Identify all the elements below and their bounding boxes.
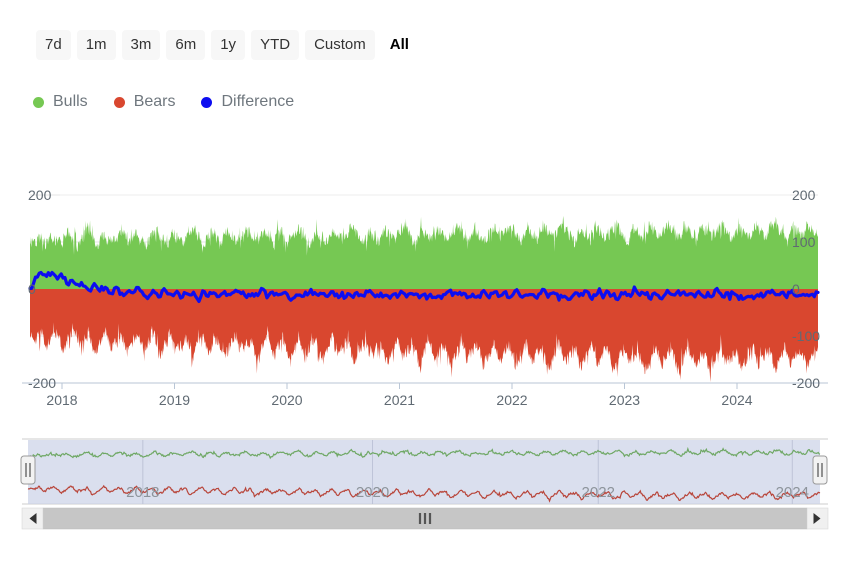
navigator-handle-right[interactable] bbox=[812, 455, 828, 485]
y-axis-right-label: -100 bbox=[792, 328, 820, 344]
legend-item-bears[interactable]: Bears bbox=[113, 93, 176, 110]
y-axis-right-label: -200 bbox=[792, 375, 820, 391]
y-axis-right-label: 100 bbox=[792, 234, 816, 250]
navigator-svg: 2018 2020 2022 2024 bbox=[20, 438, 829, 530]
navigator-handle-body[interactable] bbox=[20, 455, 36, 485]
stock-chart-panel: 7d 1m 3m 6m 1y YTD Custom All Bulls Bears Differe… bbox=[0, 0, 850, 567]
legend-item-difference[interactable]: Difference bbox=[201, 94, 294, 110]
legend-marker-icon bbox=[33, 96, 44, 108]
x-axis-label: 2019 bbox=[159, 392, 190, 408]
chart-legend: Bulls Bears Difference bbox=[33, 94, 294, 110]
navigator-year-label: 2022 bbox=[582, 484, 615, 501]
legend-label: Bulls bbox=[53, 93, 88, 110]
range-button-custom[interactable]: Custom bbox=[305, 30, 375, 60]
range-button-1m[interactable]: 1m bbox=[76, 30, 116, 60]
y-axis-left-label: -200 bbox=[28, 375, 56, 391]
x-axis-label: 2023 bbox=[609, 392, 640, 408]
legend-item-bulls[interactable]: Bulls bbox=[33, 94, 88, 110]
x-axis-label: 2021 bbox=[384, 392, 415, 408]
range-button-6m[interactable]: 6m bbox=[166, 30, 206, 60]
range-button-7d[interactable]: 7d bbox=[36, 30, 71, 60]
navigator-handle-left[interactable] bbox=[20, 455, 36, 485]
scrollbar-grip-icon bbox=[418, 513, 422, 524]
x-axis-label: 2020 bbox=[271, 392, 302, 408]
x-axis-label: 2022 bbox=[496, 392, 527, 408]
scrollbar-grip-icon bbox=[428, 513, 432, 524]
main-chart[interactable]: 200 0 -200 200 100 0 -100 -200 2018 2019 2020 2021 2… bbox=[0, 150, 850, 415]
range-button-1y[interactable]: 1y bbox=[211, 30, 246, 60]
y-axis-right-label: 200 bbox=[792, 187, 816, 203]
chart-navigator[interactable]: 2018 2020 2022 2024 bbox=[0, 432, 850, 542]
series-area-bulls bbox=[30, 215, 818, 289]
series-area-bears bbox=[30, 289, 818, 383]
navigator-year-label: 2018 bbox=[126, 484, 159, 501]
legend-label: Bears bbox=[133, 93, 176, 110]
range-button-3m[interactable]: 3m bbox=[121, 30, 161, 60]
main-chart-svg: 2000-2002001000-100-2002018 2019 2020 2021 2… bbox=[22, 187, 828, 408]
range-selector: 7d 1m 3m 6m 1y YTD Custom All bbox=[36, 30, 418, 60]
navigator-year-label: 2020 bbox=[356, 484, 389, 501]
range-button-ytd[interactable]: YTD bbox=[251, 30, 300, 60]
navigator-year-label: 2024 bbox=[776, 484, 809, 501]
x-axis-label: 2024 bbox=[721, 392, 752, 408]
navigator-handle-body[interactable] bbox=[812, 455, 828, 485]
y-axis-right-label: 0 bbox=[792, 281, 800, 297]
legend-marker-icon bbox=[113, 96, 125, 108]
y-axis-left-label: 200 bbox=[28, 187, 52, 203]
range-button-all[interactable]: All bbox=[381, 30, 418, 60]
scrollbar-grip-icon bbox=[423, 513, 427, 524]
legend-marker-icon bbox=[201, 96, 213, 108]
y-axis-left-label: 0 bbox=[28, 281, 36, 297]
x-axis-label: 2018 bbox=[46, 392, 77, 408]
legend-label: Difference bbox=[221, 93, 295, 110]
